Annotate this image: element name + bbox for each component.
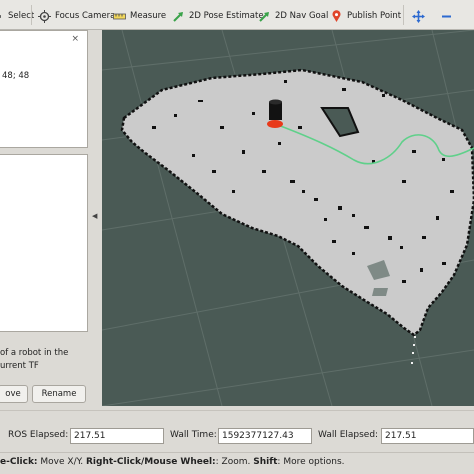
description-line: urrent TF (0, 361, 39, 371)
status-bar: e-Click: Move X/Y. Right-Click/Mouse Whe… (0, 452, 474, 474)
shift-hint: Shift (253, 457, 278, 467)
robot-model (267, 99, 283, 128)
measure-tool[interactable]: Measure (113, 8, 166, 24)
move-camera-icon (412, 9, 425, 23)
left-click-action: Move X/Y. (37, 457, 86, 467)
toolbar-separator (31, 5, 32, 25)
rename-button[interactable]: Rename (32, 385, 86, 403)
minus-icon (442, 15, 451, 17)
pose-estimate-arrow-icon (173, 11, 183, 22)
map-scene (102, 30, 474, 406)
close-icon[interactable]: × (71, 34, 79, 44)
description-line: of a robot in the (0, 348, 69, 358)
displays-panel: × 48; 48 of a robot in the urrent TF ove… (0, 30, 90, 406)
publish-point-pin-icon (332, 9, 341, 22)
nav-goal-label: 2D Nav Goal (275, 11, 329, 21)
time-panel: ROS Elapsed: 217.51 Wall Time: 159237712… (0, 424, 474, 448)
description-text: of a robot in the urrent TF (0, 335, 88, 379)
divider (0, 410, 474, 411)
display-tree[interactable] (0, 154, 88, 332)
occupancy-map (120, 68, 474, 337)
select-cursor-icon (0, 14, 1, 18)
toolbar-separator (403, 5, 404, 25)
select-tool[interactable]: Select (0, 8, 34, 24)
pose-estimate-tool[interactable]: 2D Pose Estimate (172, 8, 264, 24)
pose-estimate-label: 2D Pose Estimate (189, 11, 264, 21)
ros-elapsed-label: ROS Elapsed: (8, 430, 69, 440)
nav-goal-tool[interactable]: 2D Nav Goal (258, 8, 328, 24)
focus-camera-label: Focus Camera (55, 11, 116, 21)
wall-elapsed-label: Wall Elapsed: (318, 430, 379, 440)
remove-button[interactable]: ove (0, 385, 28, 403)
properties-panel: × 48; 48 (0, 30, 88, 148)
measure-label: Measure (130, 11, 167, 21)
publish-point-label: Publish Point (347, 11, 402, 21)
left-click-hint: e-Click: (0, 457, 38, 467)
unknown-area (372, 288, 388, 296)
3d-view[interactable] (102, 30, 474, 406)
shift-action: : More options. (277, 457, 345, 467)
measure-icon (113, 13, 126, 19)
property-value: 48; 48 (2, 71, 30, 81)
toolbar: Select Focus Camera Measure 2D Pose Esti… (0, 0, 474, 30)
right-click-action: : Zoom. (215, 457, 254, 467)
collapse-panel-icon[interactable]: ◀ (92, 212, 97, 220)
nav-goal-arrow-icon (259, 11, 269, 22)
status-hint: e-Click: Move X/Y. Right-Click/Mouse Whe… (0, 457, 345, 467)
wall-time-field: 1592377127.43 (218, 428, 312, 444)
focus-camera-icon (38, 9, 51, 23)
right-click-hint: Right-Click/Mouse Wheel: (86, 457, 216, 467)
zoom-out-tool[interactable] (440, 8, 453, 24)
focus-camera-tool[interactable]: Focus Camera (38, 8, 115, 24)
move-camera-tool[interactable] (412, 8, 425, 24)
wall-time-label: Wall Time: (170, 430, 217, 440)
publish-point-tool[interactable]: Publish Point (330, 8, 401, 24)
ros-elapsed-field: 217.51 (70, 428, 164, 444)
wall-elapsed-field: 217.51 (381, 428, 474, 444)
